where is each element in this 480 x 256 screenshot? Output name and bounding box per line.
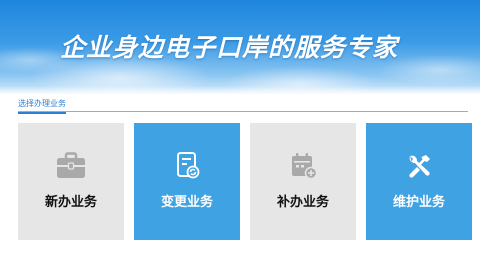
section-divider <box>18 111 468 112</box>
card-reissue-business[interactable]: 补办业务 <box>250 123 356 240</box>
banner-title: 企业身边电子口岸的服务专家 <box>60 33 399 62</box>
tools-icon <box>409 155 430 178</box>
edit-document-icon <box>177 152 200 179</box>
card-label: 补办业务 <box>276 195 329 210</box>
briefcase-icon <box>57 152 85 178</box>
card-change-business[interactable]: 变更业务 <box>134 123 240 240</box>
card-new-business[interactable]: 新办业务 <box>18 123 124 240</box>
banner-fade <box>0 86 480 96</box>
page: 企业身边电子口岸的服务专家 选择办理业务 新办业务 变更业务 补办业务 维护业务 <box>0 0 480 256</box>
calendar-add-icon <box>292 153 318 180</box>
header-banner: 企业身边电子口岸的服务专家 <box>0 0 480 94</box>
card-label: 变更业务 <box>160 195 213 210</box>
card-label: 维护业务 <box>392 195 445 210</box>
card-maintenance-business[interactable]: 维护业务 <box>366 123 472 240</box>
card-label: 新办业务 <box>44 195 97 210</box>
